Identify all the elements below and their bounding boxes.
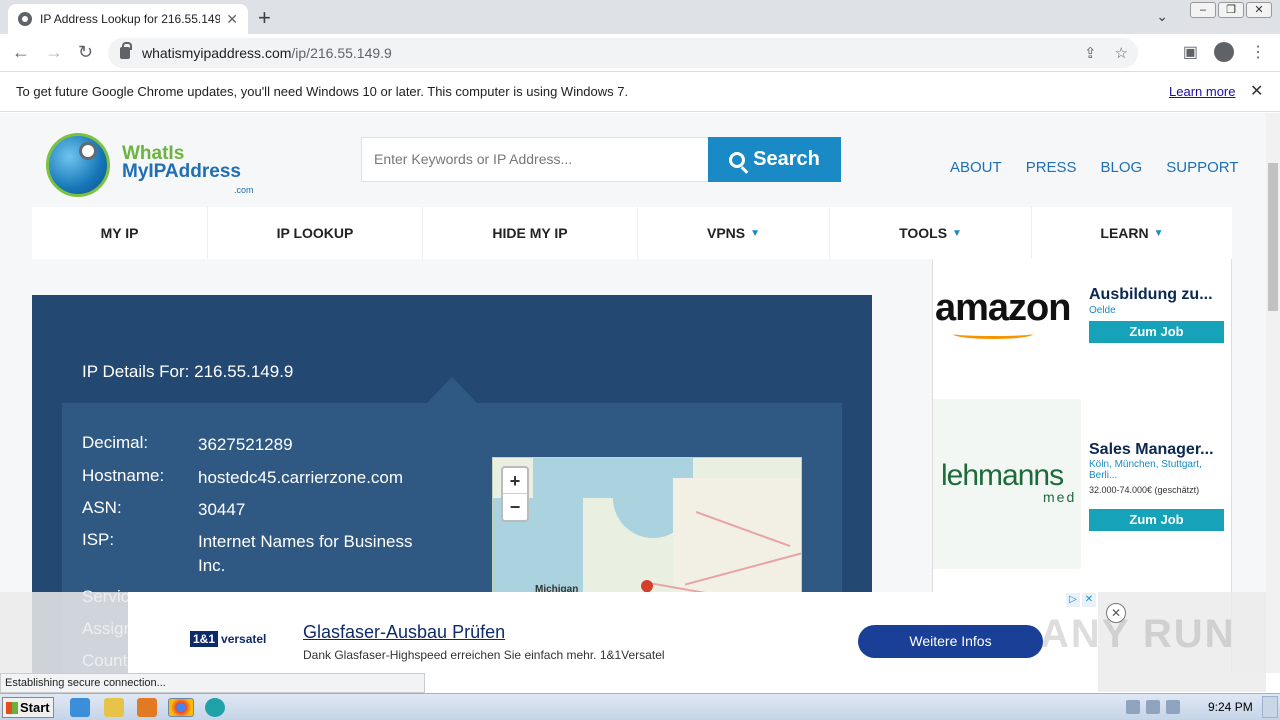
address-bar[interactable]: whatismyipaddress.com/ip/216.55.149.9 ⇪ … [108,38,1138,68]
caret-down-icon: ▼ [1153,227,1164,239]
nav-my-ip[interactable]: MY IP [32,207,208,259]
ad-close-button[interactable]: ✕ [1106,603,1126,623]
network-icon[interactable] [1146,700,1160,714]
tab-search-icon[interactable]: ⌄ [1156,8,1168,25]
logo-text-line3: .com [234,185,254,195]
blog-link[interactable]: BLOG [1101,159,1143,176]
start-button[interactable]: Start [2,697,54,718]
top-links: ABOUT PRESS BLOG SUPPORT [950,159,1238,176]
about-link[interactable]: ABOUT [950,159,1002,176]
tab-strip: IP Address Lookup for 216.55.149.9 ✕ + ⌄… [0,0,1280,34]
nav-hide-my-ip[interactable]: HIDE MY IP [423,207,638,259]
press-link[interactable]: PRESS [1026,159,1077,176]
windows-taskbar: Start 9:24 PM [0,693,1280,720]
ip-details-heading: IP Details For: 216.55.149.9 [82,362,294,381]
show-desktop-button[interactable] [1262,696,1278,718]
site-logo[interactable]: WhatIs MyIPAddress .com [46,131,256,201]
update-infobar: To get future Google Chrome updates, you… [0,72,1280,112]
search-button-label: Search [753,148,820,170]
url-host: whatismyipaddress.com [142,45,292,61]
ad-description: Dank Glasfaser-Highspeed erreichen Sie e… [303,648,665,662]
amazon-logo: amazon [935,287,1071,329]
chrome-icon[interactable] [168,698,194,717]
lehmanns-logo-sub: med [1043,489,1077,505]
back-icon[interactable]: ← [12,42,30,63]
caret-down-icon: ▼ [952,227,962,239]
lock-icon[interactable] [120,42,132,59]
tab-close-icon[interactable]: ✕ [226,11,238,28]
zoom-in-button[interactable]: + [503,468,527,494]
browser-toolbar: ← → ↻ whatismyipaddress.com/ip/216.55.14… [0,34,1280,72]
lehmanns-logo: lehmanns [941,459,1064,492]
versatel-logo: 1&1 versatel [190,631,266,647]
maximize-icon[interactable]: ❐ [1218,2,1244,18]
adchoices-icon: ▷ [1066,593,1080,607]
weitere-infos-button[interactable]: Weitere Infos [858,625,1043,658]
zum-job-button[interactable]: Zum Job [1089,321,1224,343]
nav-ip-lookup[interactable]: IP LOOKUP [208,207,423,259]
ad-x-icon: ✕ [1082,593,1096,607]
learn-more-link[interactable]: Learn more [1169,84,1235,99]
share-icon[interactable]: ⇪ [1084,44,1097,62]
zum-job-button[interactable]: Zum Job [1089,509,1224,531]
search-icon [729,151,746,168]
job-location: Köln, München, Stuttgart, Berli... [1089,459,1202,481]
search-input[interactable]: Enter Keywords or IP Address... [361,137,709,182]
tab-title: IP Address Lookup for 216.55.149.9 [40,12,221,26]
anyrun-watermark: ANY RUN [1040,612,1236,656]
ie-icon[interactable] [70,698,90,717]
ad-title[interactable]: Glasfaser-Ausbau Prüfen [303,622,505,643]
job-salary: 32.000-74.000€ (geschätzt) [1089,485,1200,495]
edge-icon[interactable] [205,698,225,717]
nav-tools[interactable]: TOOLS ▼ [830,207,1032,259]
logo-text-line2: MyIPAddress [122,161,241,182]
action-center-icon[interactable] [1166,700,1180,714]
profile-avatar-icon[interactable] [1214,42,1234,62]
support-link[interactable]: SUPPORT [1166,159,1238,176]
infobar-close-icon[interactable]: ✕ [1250,81,1263,101]
main-nav: MY IP IP LOOKUP HIDE MY IP VPNS ▼ TOOLS ▼ … [32,207,1232,259]
web-page: WhatIs MyIPAddress .com Enter Keywords o… [0,113,1266,673]
job-title[interactable]: Ausbildung zu... [1089,286,1213,304]
page-scrollbar[interactable] [1266,113,1280,673]
status-bar: Establishing secure connection... [0,673,425,693]
clock[interactable]: 9:24 PM [1208,700,1253,714]
forward-icon[interactable]: → [45,42,63,63]
nav-vpns[interactable]: VPNS ▼ [638,207,830,259]
bookmark-star-icon[interactable]: ☆ [1115,44,1128,62]
volume-icon[interactable] [1126,700,1140,714]
new-tab-icon[interactable]: + [258,5,271,31]
minimize-icon[interactable]: ‒ [1190,2,1216,18]
map-zoom-control: + − [501,466,529,522]
url-path: /ip/216.55.149.9 [291,45,392,61]
nav-learn[interactable]: LEARN ▼ [1032,207,1232,259]
menu-kebab-icon[interactable]: ⋮ [1250,42,1266,62]
ad-choices[interactable]: ▷ ✕ [1066,593,1096,607]
scrollbar-thumb[interactable] [1268,163,1278,311]
reload-icon[interactable]: ↻ [78,42,93,63]
job-location: Oelde [1089,305,1116,316]
search-button[interactable]: Search [708,137,841,182]
system-tray [1126,700,1180,714]
amazon-smile [953,329,1033,339]
job-title[interactable]: Sales Manager... [1089,441,1214,459]
globe-icon [18,12,32,26]
close-window-icon[interactable]: ✕ [1246,2,1272,18]
infobar-message: To get future Google Chrome updates, you… [16,84,629,99]
explorer-icon[interactable] [104,698,124,717]
caret-down-icon: ▼ [750,227,761,239]
zoom-out-button[interactable]: − [503,494,527,520]
globe-logo-icon [46,133,110,197]
side-panel-icon[interactable]: ▣ [1183,42,1198,62]
media-player-icon[interactable] [137,698,157,717]
window-controls: ‒ ❐ ✕ [1190,2,1272,18]
browser-tab[interactable]: IP Address Lookup for 216.55.149.9 ✕ [8,4,248,34]
windows-logo-icon [6,701,18,714]
